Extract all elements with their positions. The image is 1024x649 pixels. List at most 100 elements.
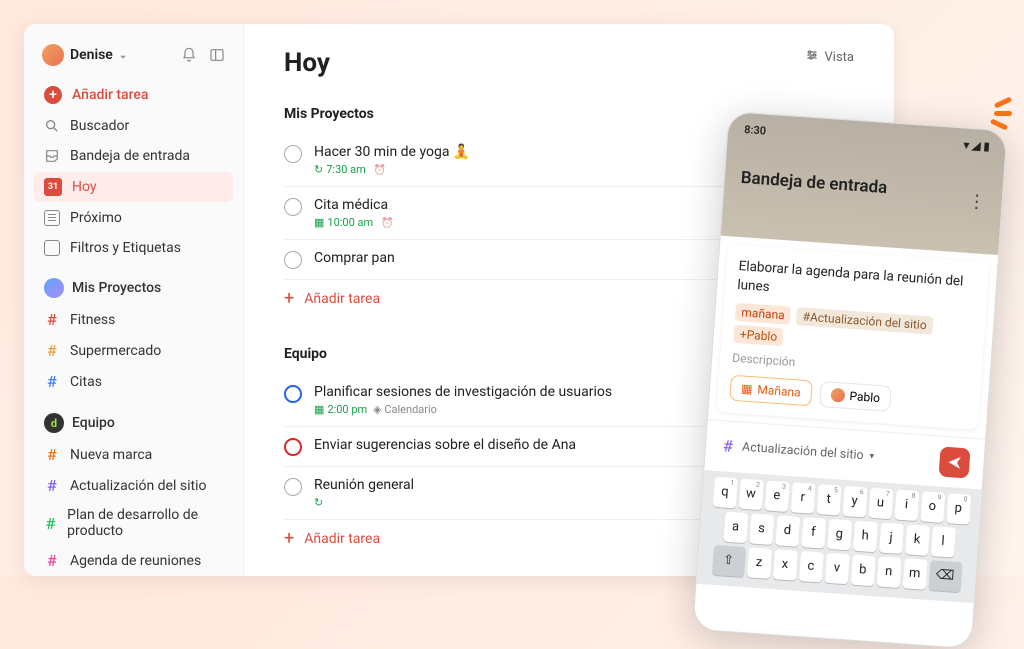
keyboard-key[interactable]: j — [879, 522, 904, 554]
battery-icon: ▮ — [983, 140, 990, 153]
hash-icon: # — [44, 514, 57, 533]
project-label: Fitness — [70, 312, 115, 328]
keyboard-key[interactable]: u7 — [868, 487, 893, 519]
sidebar-label: Próximo — [70, 210, 122, 226]
keyboard-key[interactable]: y6 — [842, 486, 867, 518]
hash-icon: # — [44, 551, 60, 570]
date-pill[interactable]: ▦ Mañana — [729, 374, 812, 406]
view-label: Vista — [825, 50, 854, 65]
keyboard-key[interactable]: h — [853, 520, 878, 552]
sidebar-label: Bandeja de entrada — [70, 148, 190, 164]
keyboard-key[interactable]: q1 — [712, 477, 737, 509]
assignee-pill[interactable]: Pablo — [819, 381, 892, 412]
chip-date[interactable]: mañana — [735, 303, 791, 325]
inbox-icon — [44, 148, 60, 164]
task-title: Reunión general — [314, 477, 414, 493]
keyboard-key[interactable]: m — [902, 558, 927, 590]
more-menu-icon[interactable]: ⋮ — [967, 191, 986, 213]
calendar-icon — [44, 210, 60, 226]
add-task-label: Añadir tarea — [72, 87, 148, 103]
keyboard-key[interactable]: r4 — [790, 482, 815, 514]
task-title: Comprar pan — [314, 250, 395, 266]
sidebar-item-inbox[interactable]: Bandeja de entrada — [34, 142, 233, 170]
task-meta: ▦ 10:00 am — [314, 216, 394, 229]
task-time: 7:30 am — [314, 163, 366, 176]
hash-icon: # — [719, 436, 736, 456]
calendar-icon: ▦ — [741, 381, 753, 396]
chip-assignee[interactable]: +Pablo — [733, 325, 783, 346]
keyboard-key[interactable]: v — [824, 553, 849, 585]
keyboard-key[interactable]: z — [747, 547, 772, 579]
sidebar-item-upcoming[interactable]: Próximo — [34, 204, 233, 232]
project-label: Supermercado — [70, 343, 161, 359]
user-menu[interactable]: Denise ⌄ — [42, 44, 127, 66]
user-avatar — [42, 44, 64, 66]
sidebar-project-item[interactable]: #Nueva marca — [34, 439, 233, 470]
phone-mockup: 8:30 ▾ ◢ ▮ Bandeja de entrada ⋮ Elaborar… — [692, 111, 1008, 649]
user-name: Denise — [70, 47, 113, 63]
team-workspace-avatar: d — [44, 413, 64, 433]
keyboard-key[interactable]: s — [749, 513, 774, 545]
project-selector[interactable]: # Actualización del sitio ▾ — [719, 436, 874, 466]
chip-project[interactable]: #Actualización del sitio — [796, 307, 933, 334]
keyboard-key[interactable]: t5 — [816, 484, 841, 516]
task-title: Planificar sesiones de investigación de … — [314, 384, 612, 400]
task-title: Cita médica — [314, 197, 394, 213]
keyboard-key[interactable]: c — [798, 551, 823, 583]
task-checkbox[interactable] — [284, 198, 302, 216]
sidebar-section-team[interactable]: d Equipo — [34, 399, 233, 437]
task-tag: ◈ Calendario — [373, 403, 437, 416]
page-title: Hoy — [284, 48, 330, 78]
sidebar-label: Filtros y Etiquetas — [70, 240, 181, 256]
search-icon — [44, 118, 60, 134]
keyboard-key[interactable]: i8 — [894, 489, 919, 521]
keyboard-key[interactable]: k — [904, 524, 929, 556]
phone-view-title: Bandeja de entrada — [740, 168, 987, 205]
keyboard-key[interactable]: e3 — [764, 480, 789, 512]
keyboard-key[interactable]: w2 — [738, 478, 763, 510]
sliders-icon — [805, 48, 819, 66]
sidebar-project-item[interactable]: #Fitness — [34, 304, 233, 335]
add-task-label: Añadir tarea — [304, 291, 380, 307]
sidebar-item-filters[interactable]: Filtros y Etiquetas — [34, 234, 233, 262]
project-label: Plan de desarrollo de producto — [67, 507, 223, 539]
keyboard-key[interactable]: o9 — [920, 491, 945, 523]
sidebar-item-search[interactable]: Buscador — [34, 112, 233, 140]
sidebar-project-item[interactable]: #Supermercado — [34, 335, 233, 366]
bell-icon[interactable] — [181, 47, 197, 63]
keyboard-key[interactable]: l — [930, 526, 955, 558]
sidebar-toggle-icon[interactable] — [209, 47, 225, 63]
task-checkbox[interactable] — [284, 385, 302, 403]
sidebar-project-item[interactable]: #Agenda de reuniones — [34, 545, 233, 576]
sidebar-project-item[interactable]: #Citas — [34, 366, 233, 397]
recurring-icon: ↻ — [314, 496, 323, 509]
keyboard-key[interactable]: f — [801, 517, 826, 549]
task-checkbox[interactable] — [284, 478, 302, 496]
view-toggle-button[interactable]: Vista — [805, 48, 854, 66]
keyboard-key[interactable]: n — [876, 556, 901, 588]
section-label: Equipo — [72, 415, 115, 431]
task-checkbox[interactable] — [284, 251, 302, 269]
sidebar-section-my-projects[interactable]: Mis Proyectos — [34, 264, 233, 302]
sidebar-project-item[interactable]: #Actualización del sitio — [34, 470, 233, 501]
keyboard-key[interactable]: g — [827, 519, 852, 551]
phone-status-bar: 8:30 ▾ ◢ ▮ — [744, 123, 990, 153]
shift-key[interactable]: ⇧ — [712, 545, 746, 577]
task-checkbox[interactable] — [284, 145, 302, 163]
phone-pills-row: ▦ Mañana Pablo — [729, 374, 968, 417]
keyboard-key[interactable]: a — [723, 511, 748, 543]
task-meta: ▦ 2:00 pm◈ Calendario — [314, 403, 612, 416]
plus-icon: + — [284, 290, 294, 308]
task-checkbox[interactable] — [284, 438, 302, 456]
sidebar-top-icons — [181, 47, 225, 63]
sidebar-item-today[interactable]: 31 Hoy — [34, 172, 233, 202]
send-button[interactable] — [939, 446, 971, 478]
project-label: Citas — [70, 374, 102, 390]
filter-icon — [44, 240, 60, 256]
keyboard-key[interactable]: b — [850, 554, 875, 586]
sidebar-label: Hoy — [72, 179, 97, 195]
add-task-button[interactable]: + Añadir tarea — [34, 80, 233, 110]
keyboard-key[interactable]: p0 — [946, 493, 971, 525]
sidebar-project-item[interactable]: # Plan de desarrollo de producto — [34, 501, 233, 545]
keyboard-key[interactable]: d — [775, 515, 800, 547]
